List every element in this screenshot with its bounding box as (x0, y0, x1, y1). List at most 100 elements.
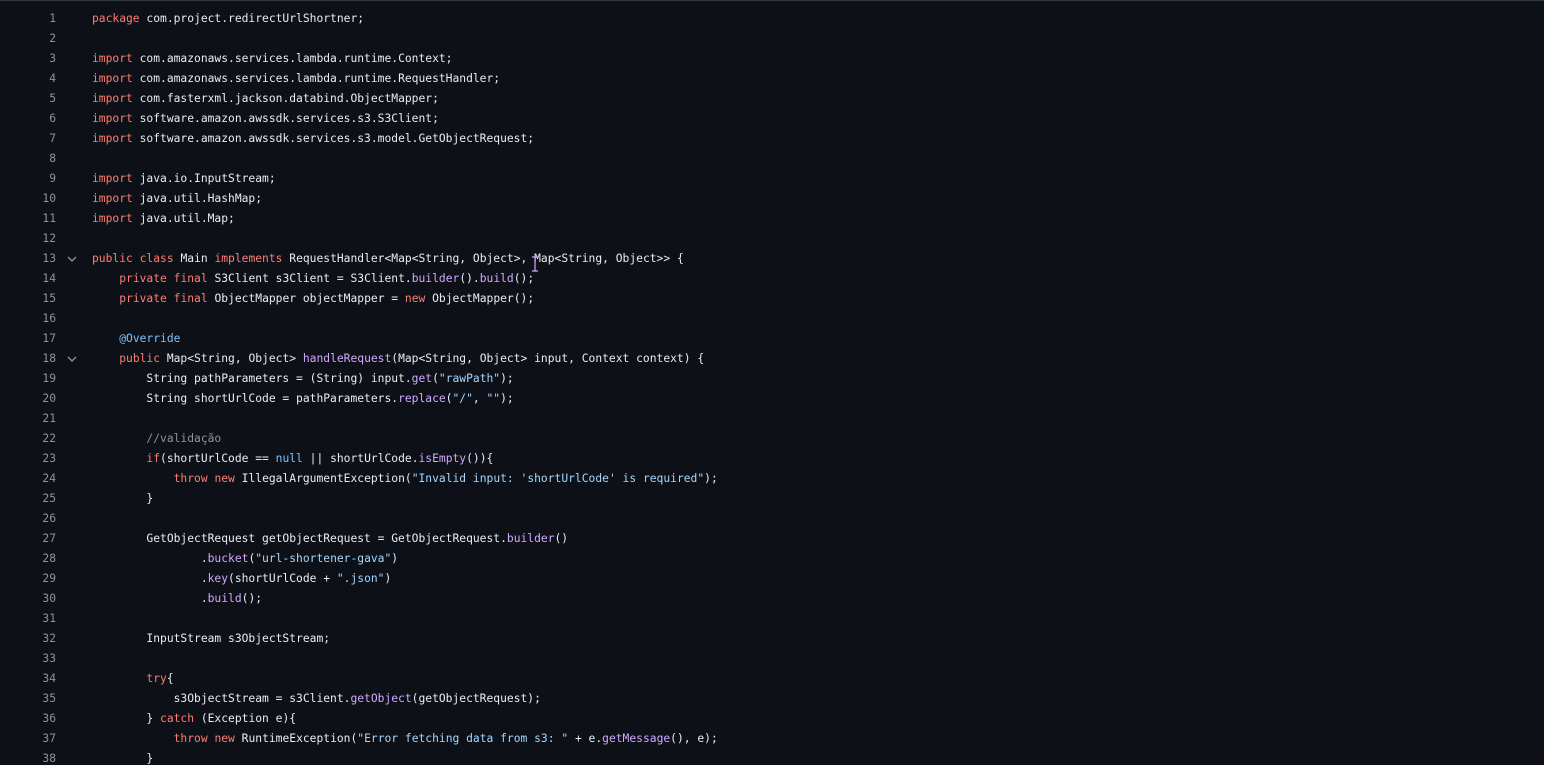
code-line[interactable]: 5 import com.fasterxml.jackson.databind.O… (0, 89, 1544, 109)
code-line[interactable]: 28 .bucket("url-shortener-gava") (0, 549, 1544, 569)
code-text: if(shortUrlCode == null || shortUrlCode.… (92, 449, 493, 469)
code-editor[interactable]: 1 package com.project.redirectUrlShortner… (0, 0, 1544, 765)
code-line[interactable]: 4 import com.amazonaws.services.lambda.ru… (0, 69, 1544, 89)
code-token: (Map<String, Object> input, Context cont… (391, 352, 705, 365)
code-line[interactable]: 37 throw new RuntimeException("Error fet… (0, 729, 1544, 749)
code-line[interactable]: 34 try{ (0, 669, 1544, 689)
code-token: builder (506, 532, 555, 545)
code-line[interactable]: 26 (0, 509, 1544, 529)
code-line[interactable]: 35 s3ObjectStream = s3Client.getObject(g… (0, 689, 1544, 709)
code-line[interactable]: 14 private final S3Client s3Client = S3C… (0, 269, 1544, 289)
code-token: (), e); (670, 732, 718, 745)
code-line[interactable]: 10 import java.util.HashMap; (0, 189, 1544, 209)
code-line[interactable]: 32 InputStream s3ObjectStream; (0, 629, 1544, 649)
code-token: . (92, 592, 208, 605)
code-token: import (92, 72, 133, 85)
code-text: } (92, 489, 153, 509)
code-token: public (119, 352, 161, 365)
code-token: java.util.HashMap; (132, 192, 263, 205)
code-line[interactable]: 22 //validação (0, 429, 1544, 449)
fold-chevron-icon[interactable] (66, 249, 78, 269)
line-number: 35 (42, 692, 56, 705)
code-token: bucket (207, 552, 249, 565)
code-text: import java.util.Map; (92, 209, 235, 229)
code-line[interactable]: 8 (0, 149, 1544, 169)
code-line[interactable]: 21 (0, 409, 1544, 429)
line-number: 16 (42, 312, 56, 325)
code-text: throw new RuntimeException("Error fetchi… (92, 729, 718, 749)
code-line[interactable]: 29 .key(shortUrlCode + ".json") (0, 569, 1544, 589)
code-token: ); (704, 472, 718, 485)
line-number: 27 (42, 532, 56, 545)
code-line[interactable]: 23 if(shortUrlCode == null || shortUrlCo… (0, 449, 1544, 469)
code-token: InputStream s3ObjectStream; (92, 632, 331, 645)
code-line[interactable]: 13 public class Main implements RequestHa… (0, 249, 1544, 269)
code-token: ObjectMapper objectMapper = (207, 292, 405, 305)
code-line[interactable]: 3 import com.amazonaws.services.lambda.ru… (0, 49, 1544, 69)
code-line[interactable]: 33 (0, 649, 1544, 669)
code-text: try{ (92, 669, 173, 689)
line-number: 8 (49, 152, 56, 165)
code-text: package com.project.redirectUrlShortner; (92, 9, 364, 29)
code-token: } (92, 712, 161, 725)
code-token: com.amazonaws.services.lambda.runtime.Co… (132, 52, 453, 65)
code-token: import (92, 52, 133, 65)
code-token: null (275, 452, 303, 465)
code-line[interactable]: 17 @Override (0, 329, 1544, 349)
code-token: com.amazonaws.services.lambda.runtime.Re… (132, 72, 501, 85)
code-line[interactable]: 31 (0, 609, 1544, 629)
code-line[interactable]: 18 public Map<String, Object> handleRequ… (0, 349, 1544, 369)
code-token: (); (241, 592, 263, 605)
line-number: 13 (42, 252, 56, 265)
code-text: public Map<String, Object> handleRequest… (92, 349, 704, 369)
code-line[interactable]: 6 import software.amazon.awssdk.services.… (0, 109, 1544, 129)
code-line[interactable]: 38 } (0, 749, 1544, 765)
code-token: replace (398, 392, 446, 405)
line-number: 20 (42, 392, 56, 405)
code-token: //validação (146, 432, 222, 445)
code-token: . (92, 552, 208, 565)
code-text: import com.amazonaws.services.lambda.run… (92, 49, 452, 69)
code-text: private final S3Client s3Client = S3Clie… (92, 269, 534, 289)
code-token: "url-shortener-gava" (255, 552, 392, 565)
code-token: } (92, 752, 154, 765)
fold-chevron-icon[interactable] (66, 349, 78, 369)
code-token: class (139, 252, 174, 265)
code-token: (getObjectRequest); (411, 692, 541, 705)
code-line[interactable]: 2 (0, 29, 1544, 49)
code-line[interactable]: 16 (0, 309, 1544, 329)
code-text: } catch (Exception e){ (92, 709, 296, 729)
code-token: RuntimeException( (234, 732, 358, 745)
text-cursor-icon (531, 256, 539, 272)
line-number: 38 (42, 752, 56, 765)
line-number: 26 (42, 512, 56, 525)
code-line[interactable]: 20 String shortUrlCode = pathParameters.… (0, 389, 1544, 409)
code-token: new (214, 472, 235, 485)
code-line[interactable]: 15 private final ObjectMapper objectMapp… (0, 289, 1544, 309)
code-line[interactable]: 19 String pathParameters = (String) inpu… (0, 369, 1544, 389)
line-number: 1 (49, 12, 56, 25)
code-line[interactable]: 7 import software.amazon.awssdk.services.… (0, 129, 1544, 149)
code-line[interactable]: 9 import java.io.InputStream; (0, 169, 1544, 189)
code-token: throw (173, 732, 208, 745)
line-number: 36 (42, 712, 56, 725)
code-line[interactable]: 12 (0, 229, 1544, 249)
code-line[interactable]: 27 GetObjectRequest getObjectRequest = G… (0, 529, 1544, 549)
code-line[interactable]: 1 package com.project.redirectUrlShortner… (0, 9, 1544, 29)
code-line[interactable]: 36 } catch (Exception e){ (0, 709, 1544, 729)
code-line[interactable]: 24 throw new IllegalArgumentException("I… (0, 469, 1544, 489)
code-token: ); (500, 372, 514, 385)
code-token: , (472, 392, 487, 405)
line-number: 15 (42, 292, 56, 305)
code-line[interactable]: 30 .build(); (0, 589, 1544, 609)
code-line[interactable]: 25 } (0, 489, 1544, 509)
code-text: import com.fasterxml.jackson.databind.Ob… (92, 89, 439, 109)
line-number: 24 (42, 472, 56, 485)
code-token: ( (432, 372, 439, 385)
code-token: software.amazon.awssdk.services.s3.S3Cli… (132, 112, 439, 125)
code-line[interactable]: 11 import java.util.Map; (0, 209, 1544, 229)
